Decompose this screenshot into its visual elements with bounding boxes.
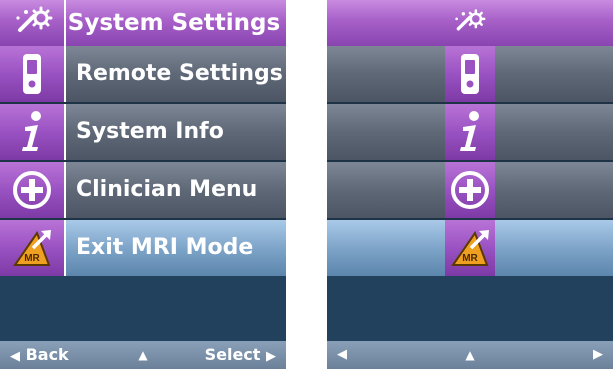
screen-header <box>327 0 613 46</box>
remote-control-icon <box>0 46 66 102</box>
screen-header: System Settings <box>0 0 286 46</box>
right-arrow-icon[interactable]: ▶ <box>593 341 603 369</box>
menu-item-label: System Info <box>76 119 224 144</box>
softkey-bar: ◀ Back ▲ Select ▶ <box>0 341 286 369</box>
menu-item-label: Exit MRI Mode <box>76 235 254 260</box>
mri-exit-icon: MR <box>445 220 495 276</box>
menu-item-system-info[interactable]: System Info <box>0 104 286 160</box>
menu-item-exit-mri-mode[interactable]: MR Exit MRI Mode <box>0 220 286 276</box>
select-label: Select <box>204 345 261 364</box>
menu-item-remote-settings[interactable] <box>327 46 613 102</box>
menu-item-exit-mri-mode[interactable]: MR <box>327 220 613 276</box>
menu-item-clinician-menu[interactable] <box>327 162 613 218</box>
up-arrow-icon[interactable]: ▲ <box>327 341 613 369</box>
medical-cross-icon <box>445 162 495 218</box>
menu-item-clinician-menu[interactable]: Clinician Menu <box>0 162 286 218</box>
select-softkey[interactable]: Select ▶ <box>205 341 276 369</box>
menu-item-label: Remote Settings <box>76 61 283 86</box>
menu-item-remote-settings[interactable]: Remote Settings <box>0 46 286 102</box>
page-title: System Settings <box>67 10 281 36</box>
right-arrow-icon: ▶ <box>266 349 276 364</box>
system-settings-screen: System Settings Remote Settings System I… <box>0 0 286 369</box>
menu-item-system-info[interactable] <box>327 104 613 160</box>
remote-control-icon <box>445 46 495 102</box>
info-icon <box>0 104 66 160</box>
settings-wand-icon <box>4 4 64 42</box>
mri-badge-text: MR <box>24 253 40 264</box>
mri-badge-text: MR <box>462 253 478 264</box>
system-settings-screen-icon-view: MR ◀ ▲ ▶ <box>327 0 613 369</box>
info-icon <box>445 104 495 160</box>
mri-exit-icon: MR <box>0 220 66 276</box>
medical-cross-icon <box>0 162 66 218</box>
softkey-bar: ◀ ▲ ▶ <box>327 341 613 369</box>
menu-item-label: Clinician Menu <box>76 177 258 202</box>
settings-wand-icon <box>445 4 495 42</box>
